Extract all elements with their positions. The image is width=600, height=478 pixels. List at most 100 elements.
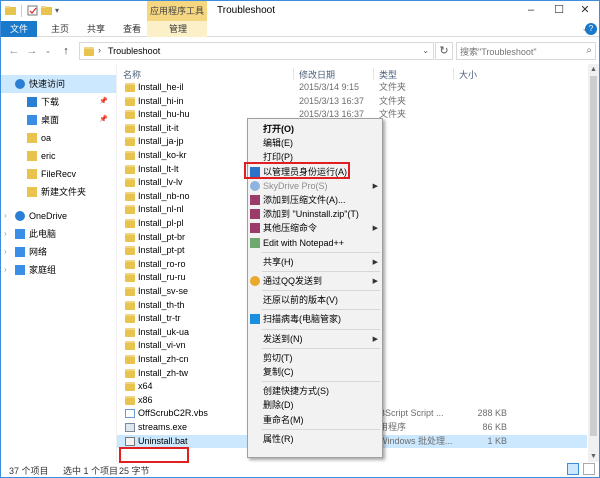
- col-header-size[interactable]: 大小: [459, 68, 477, 81]
- file-date: 2015/3/14 9:15: [299, 82, 360, 92]
- up-arrow-icon[interactable]: ↑: [59, 44, 73, 58]
- explorer-window: ▾ 应用程序工具 Troubleshoot – ☐ ✕ 文件 主页 共享 查看 …: [0, 0, 600, 478]
- minimize-button[interactable]: –: [517, 1, 545, 21]
- menu-item-label: 删除(D): [263, 400, 294, 411]
- tab-home[interactable]: 主页: [45, 21, 75, 37]
- expand-chevron-icon[interactable]: ›: [4, 261, 7, 279]
- menu-item[interactable]: 编辑(E): [248, 136, 382, 151]
- tab-share[interactable]: 共享: [81, 21, 111, 37]
- menu-item[interactable]: 添加到 "Uninstall.zip"(T): [248, 207, 382, 222]
- menu-separator: [262, 251, 380, 253]
- menu-item[interactable]: 发送到(N) ▶: [248, 332, 382, 347]
- menu-item-label: 共享(H): [263, 256, 294, 267]
- scroll-thumb[interactable]: [590, 76, 597, 436]
- file-row[interactable]: Install_hi-in 2015/3/13 16:37 文件夹: [117, 95, 587, 109]
- status-selected: 选中 1 个项目: [63, 466, 119, 476]
- new-folder-quick-icon[interactable]: [41, 5, 52, 16]
- menu-item-label: 编辑(E): [263, 138, 293, 149]
- menu-item[interactable]: 重命名(M): [248, 413, 382, 428]
- nav-item[interactable]: › 家庭组: [1, 261, 116, 279]
- title-bar: ▾ 应用程序工具 Troubleshoot – ☐ ✕: [1, 1, 599, 21]
- menu-separator: [262, 271, 380, 272]
- properties-icon[interactable]: [27, 5, 38, 16]
- navigation-bar: ← → ⌄ ↑ › Troubleshoot ⌄ ↻ ⌕: [1, 38, 599, 64]
- menu-item[interactable]: 通过QQ发送到 ▶: [248, 274, 382, 289]
- col-header-name[interactable]: 名称: [123, 68, 141, 81]
- quick-access-dropdown-icon[interactable]: ▾: [55, 5, 66, 16]
- address-bar[interactable]: › Troubleshoot ⌄: [79, 42, 434, 60]
- scroll-down-icon[interactable]: ▼: [588, 451, 599, 462]
- expand-chevron-icon[interactable]: ›: [4, 243, 7, 261]
- menu-separator: [262, 347, 380, 349]
- menu-item[interactable]: 还原以前的版本(V): [248, 293, 382, 308]
- header-divider: [293, 68, 294, 80]
- menu-item[interactable]: Edit with Notepad++: [248, 236, 382, 251]
- menu-item[interactable]: 其他压缩命令 ▶: [248, 221, 382, 236]
- nav-item[interactable]: › 此电脑: [1, 225, 116, 243]
- archive-icon: [250, 209, 260, 220]
- help-icon[interactable]: ?: [585, 23, 597, 35]
- search-input[interactable]: [460, 45, 580, 58]
- expand-chevron-icon[interactable]: ›: [4, 225, 7, 243]
- nav-item[interactable]: 桌面 📌: [1, 111, 116, 129]
- tab-view[interactable]: 查看: [117, 21, 147, 37]
- pin-icon[interactable]: 📌: [99, 111, 108, 129]
- search-box[interactable]: ⌕: [456, 42, 596, 60]
- tab-manage[interactable]: 管理: [161, 21, 195, 37]
- breadcrumb-chevron-icon[interactable]: ›: [98, 45, 101, 55]
- address-dropdown-icon[interactable]: ⌄: [422, 46, 429, 55]
- details-view-icon[interactable]: [567, 463, 579, 475]
- folder-icon: [125, 110, 135, 120]
- title-divider: [21, 5, 22, 17]
- notepad-icon: [250, 237, 260, 248]
- header-divider: [453, 68, 454, 80]
- nav-item[interactable]: FileRecv: [1, 165, 116, 183]
- recent-locations-icon[interactable]: ⌄: [41, 44, 55, 58]
- file-name: Install_ro-ro: [138, 258, 186, 269]
- breadcrumb-troubleshoot[interactable]: Troubleshoot: [108, 46, 160, 56]
- refresh-button[interactable]: ↻: [435, 42, 453, 60]
- maximize-button[interactable]: ☐: [545, 1, 573, 21]
- nav-item[interactable]: › OneDrive: [1, 207, 116, 225]
- nav-item[interactable]: 下载 📌: [1, 93, 116, 111]
- tab-file[interactable]: 文件: [1, 21, 37, 37]
- menu-item-label: SkyDrive Pro(S): [263, 180, 328, 191]
- menu-item[interactable]: 属性(R): [248, 432, 382, 447]
- menu-item-label: 扫描病毒(电脑管家): [263, 314, 341, 325]
- computer-icon: [15, 229, 25, 239]
- archive-icon: [250, 223, 260, 234]
- menu-item[interactable]: 共享(H) ▶: [248, 255, 382, 270]
- menu-item[interactable]: 打开(O): [248, 122, 382, 137]
- scroll-up-icon[interactable]: ▲: [588, 64, 599, 75]
- nav-item[interactable]: 新建文件夹: [1, 183, 116, 201]
- folder-icon: [125, 178, 135, 188]
- forward-arrow-icon[interactable]: →: [25, 44, 39, 58]
- menu-item[interactable]: 扫描病毒(电脑管家): [248, 312, 382, 327]
- nav-item[interactable]: 快速访问: [1, 75, 116, 93]
- large-icons-view-icon[interactable]: [583, 463, 595, 475]
- menu-item-label: 创建快捷方式(S): [263, 386, 329, 397]
- folder-icon: [125, 191, 135, 201]
- vertical-scrollbar[interactable]: ▲ ▼: [588, 64, 599, 462]
- nav-item[interactable]: oa: [1, 129, 116, 147]
- menu-item[interactable]: 复制(C): [248, 365, 382, 380]
- menu-item[interactable]: 添加到压缩文件(A)...: [248, 193, 382, 208]
- folder-icon: [27, 151, 37, 161]
- nav-item-label: 此电脑: [29, 229, 57, 239]
- file-row[interactable]: Install_he-il 2015/3/14 9:15 文件夹: [117, 81, 587, 95]
- col-header-type[interactable]: 类型: [379, 68, 397, 81]
- menu-item-label: 其他压缩命令: [263, 223, 318, 234]
- expand-chevron-icon[interactable]: ›: [4, 207, 7, 225]
- close-button[interactable]: ✕: [571, 1, 599, 21]
- nav-item[interactable]: eric: [1, 147, 116, 165]
- file-date: 2015/3/13 16:37: [299, 95, 365, 106]
- menu-item[interactable]: 剪切(T): [248, 351, 382, 366]
- menu-item[interactable]: 创建快捷方式(S): [248, 384, 382, 399]
- file-name: Install_zh-tw: [138, 367, 189, 378]
- menu-item[interactable]: 删除(D): [248, 398, 382, 413]
- nav-item[interactable]: › 网络: [1, 243, 116, 261]
- file-name: Install_ko-kr: [138, 150, 187, 160]
- back-arrow-icon[interactable]: ←: [7, 44, 21, 58]
- pin-icon[interactable]: 📌: [99, 93, 108, 111]
- col-header-date[interactable]: 修改日期: [299, 68, 335, 81]
